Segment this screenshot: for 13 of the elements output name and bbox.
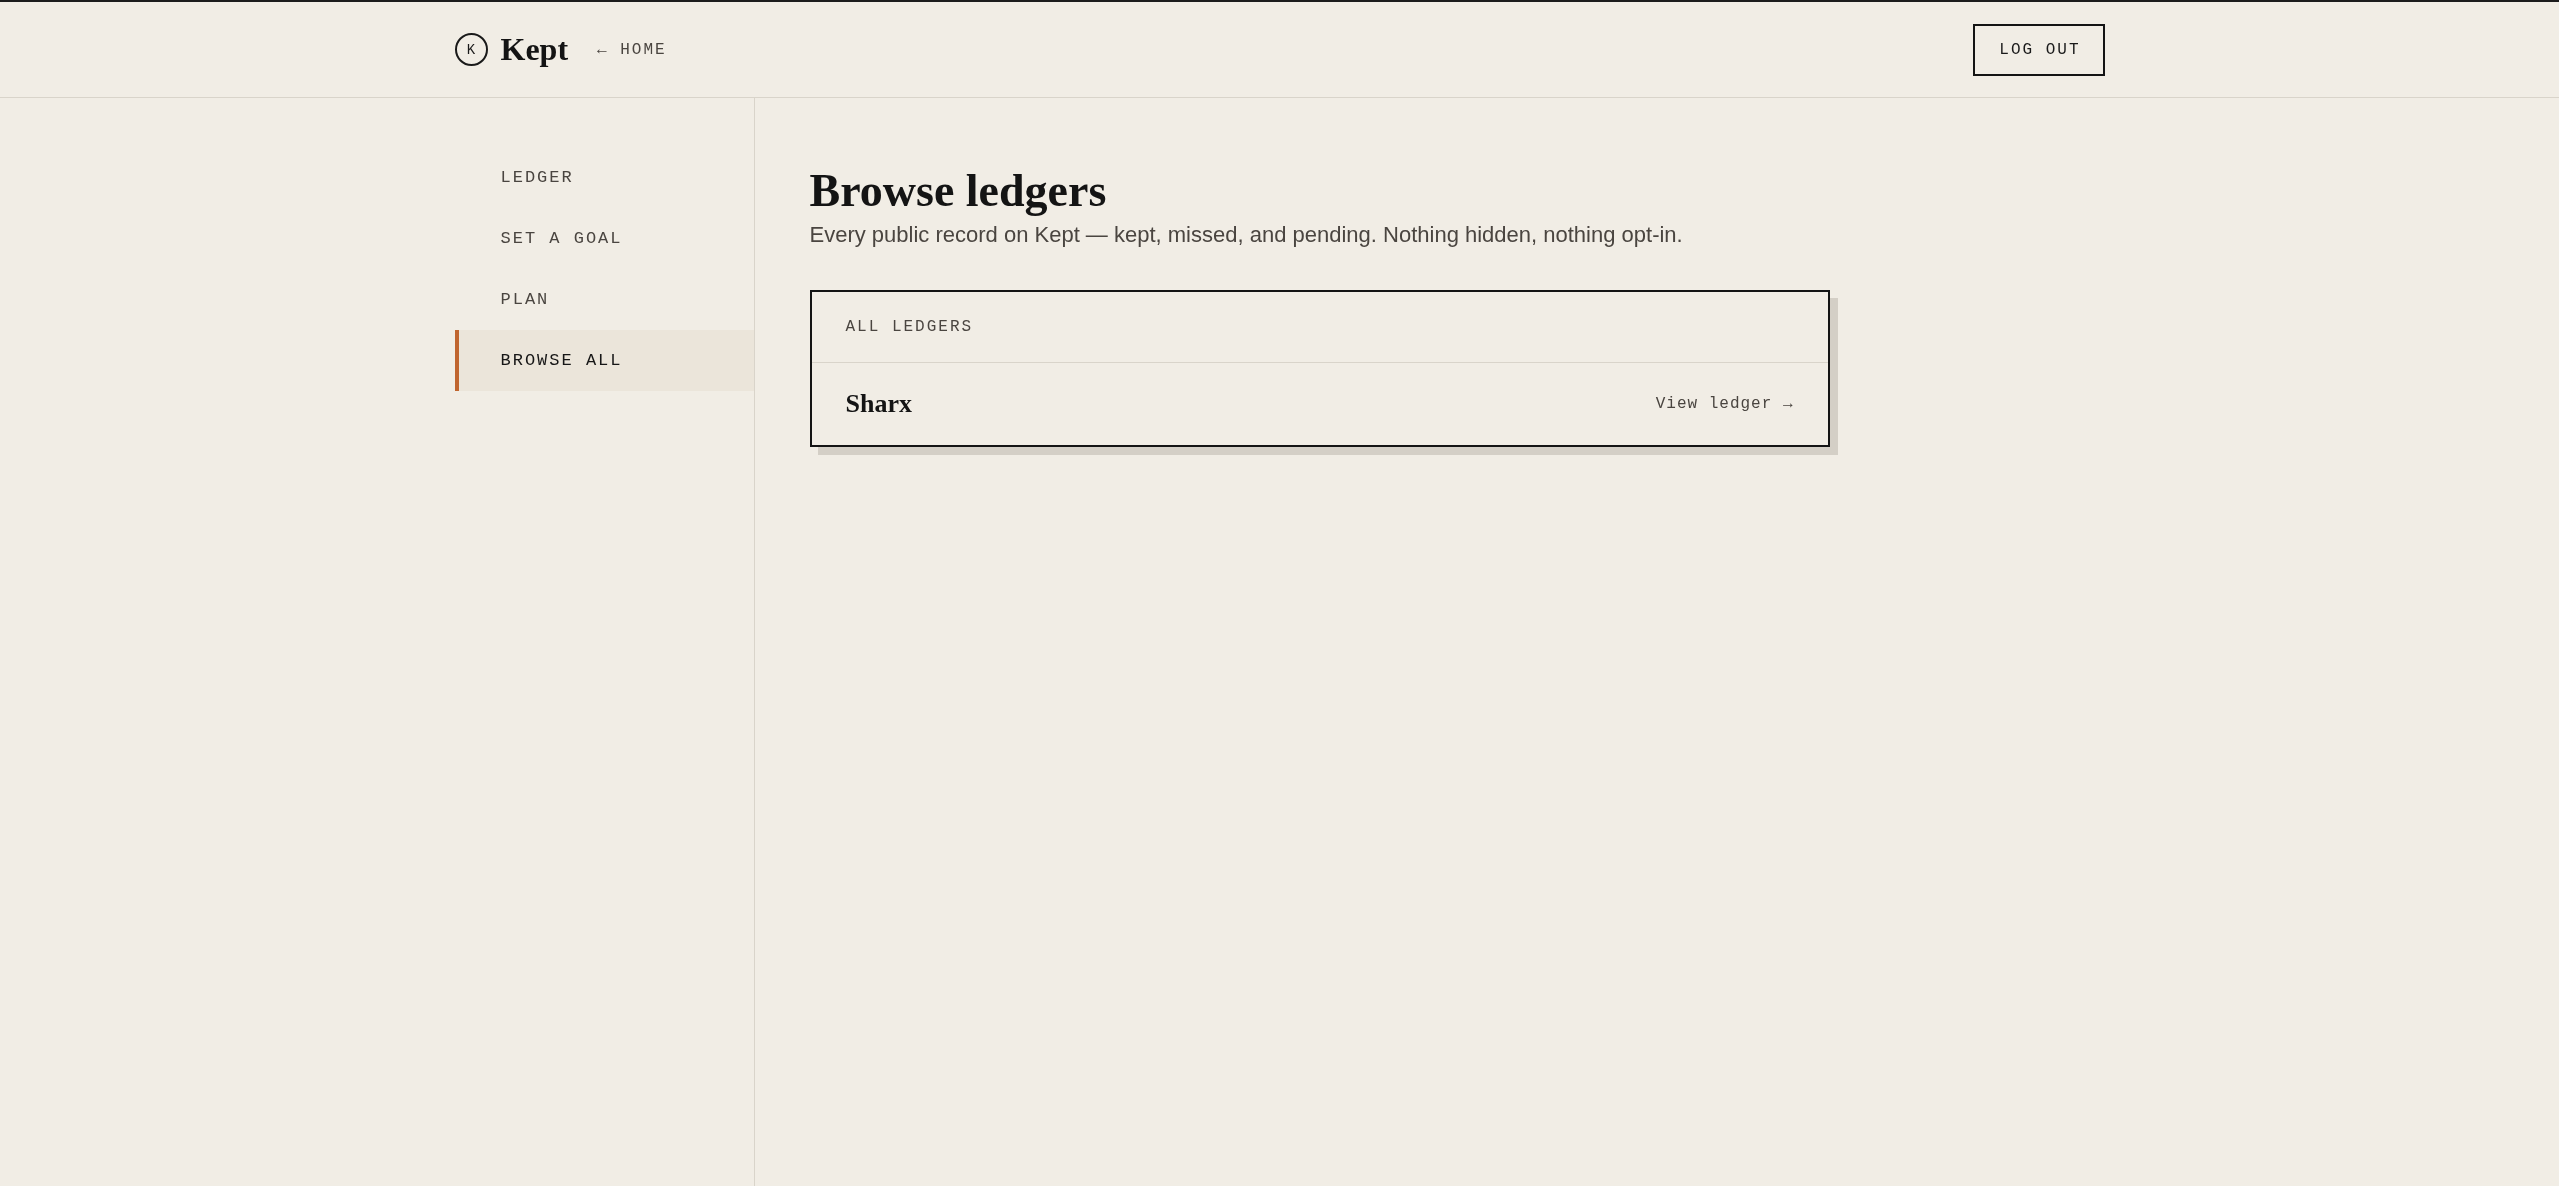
logo-wordmark: Kept bbox=[500, 31, 569, 68]
log-out-button[interactable]: LOG OUT bbox=[1973, 23, 2105, 76]
ledger-name: Sharx bbox=[845, 389, 912, 419]
card-heading: ALL LEDGERS bbox=[845, 318, 974, 336]
sidebar-nav-item[interactable]: PLAN bbox=[454, 269, 754, 330]
logo-mark-icon: K bbox=[454, 33, 488, 66]
sidebar-nav-item[interactable]: LEDGER bbox=[454, 147, 754, 208]
view-ledger-link[interactable]: View ledger → bbox=[1655, 395, 1794, 413]
sidebar-nav-item[interactable]: BROWSE ALL bbox=[454, 330, 754, 391]
home-link[interactable]: ← HOME bbox=[597, 40, 667, 59]
sidebar-nav-item[interactable]: SET A GOAL bbox=[454, 208, 754, 269]
page-title: Browse ledgers bbox=[809, 164, 1108, 218]
page-subtitle: Every public record on Kept — kept, missed, and pending. Nothing hidden, nothing opt-in. bbox=[809, 221, 1684, 249]
